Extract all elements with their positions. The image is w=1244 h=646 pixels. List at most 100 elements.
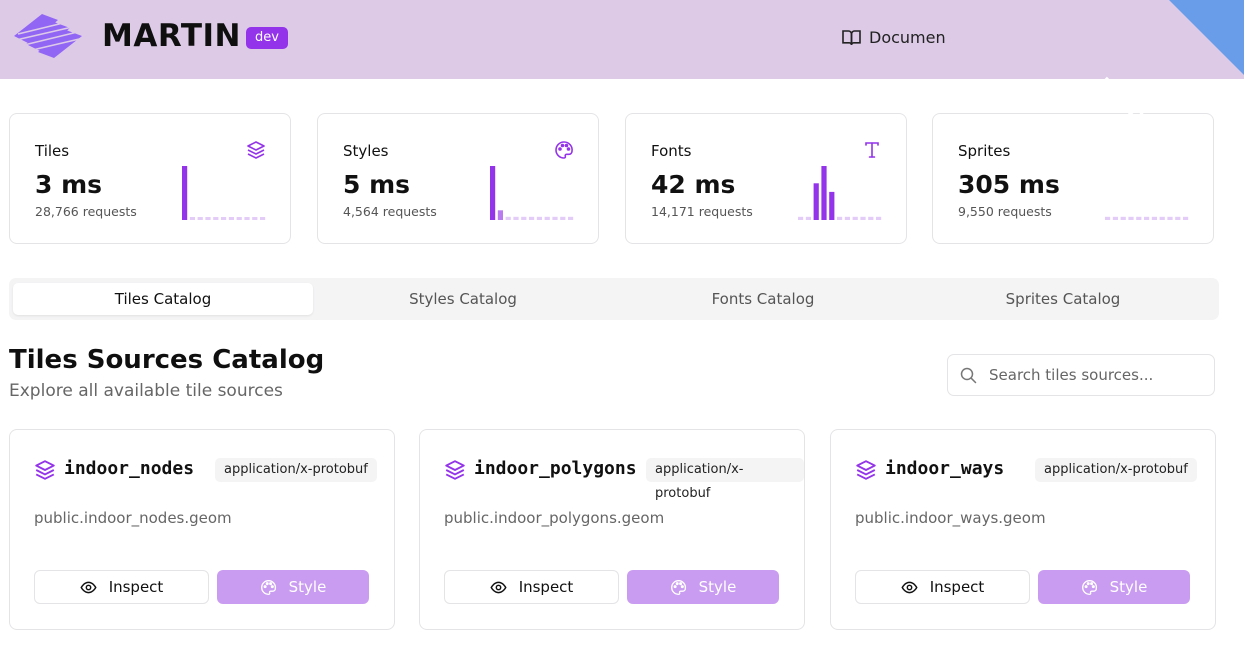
stat-requests: 9,550 requests	[958, 204, 1052, 219]
page-title: Tiles Sources Catalog	[9, 345, 325, 375]
histogram-bar	[860, 216, 866, 220]
layers-icon	[856, 460, 876, 480]
stat-value: 5 ms	[343, 170, 411, 199]
histogram-bar	[182, 166, 188, 220]
stat-requests: 14,171 requests	[651, 204, 753, 219]
inspect-button[interactable]: Inspect	[34, 570, 209, 604]
inspect-label: Inspect	[108, 578, 164, 596]
style-button[interactable]: Style	[627, 570, 779, 604]
source-path: public.indoor_polygons.geom	[444, 509, 665, 527]
latency-histogram	[798, 166, 882, 220]
histogram-bar	[513, 216, 519, 220]
inspect-button[interactable]: Inspect	[855, 570, 1030, 604]
tab-tiles-catalog[interactable]: Tiles Catalog	[13, 283, 313, 315]
histogram-bar	[497, 210, 503, 220]
histogram-bar	[1159, 216, 1165, 220]
histogram-bar	[244, 217, 250, 220]
stat-card-fonts[interactable]: Fonts 42 ms 14,171 requests	[625, 113, 907, 244]
histogram-bar	[868, 216, 874, 220]
stat-value: 3 ms	[35, 170, 103, 199]
stat-label: Tiles	[35, 142, 70, 160]
histogram-bar	[568, 216, 574, 220]
palette-icon	[670, 579, 686, 595]
layers-icon	[35, 460, 55, 480]
histogram-bar	[844, 216, 850, 220]
histogram-bar	[837, 216, 843, 220]
tab-sprites-catalog[interactable]: Sprites Catalog	[913, 283, 1213, 315]
source-card: indoor_nodes application/x-protobuf publ…	[9, 429, 395, 630]
histogram-bar	[197, 217, 203, 220]
stat-value: 305 ms	[958, 170, 1060, 199]
histogram-bar	[1144, 216, 1150, 220]
histogram-bar	[876, 216, 882, 220]
histogram-bar	[205, 217, 211, 220]
histogram-bar	[1167, 216, 1173, 220]
stat-requests: 4,564 requests	[343, 204, 437, 219]
stat-card-styles[interactable]: Styles 5 ms 4,564 requests	[317, 113, 599, 244]
histogram-bar	[560, 216, 566, 220]
palette-icon	[555, 141, 573, 159]
latency-histogram	[490, 166, 574, 220]
content-type-badge: application/x-protobuf	[215, 458, 377, 482]
stat-label: Styles	[343, 142, 389, 160]
eye-icon	[490, 581, 507, 593]
histogram-bar	[252, 217, 258, 220]
eye-icon	[80, 581, 97, 593]
palette-icon	[1081, 579, 1097, 595]
histogram-bar	[1105, 216, 1111, 220]
style-label: Style	[698, 578, 737, 596]
histogram-bar	[505, 216, 511, 220]
content-type-badge: application/x-protobuf	[646, 458, 804, 501]
type-icon	[865, 142, 879, 158]
documentation-link[interactable]: Documen	[842, 28, 946, 47]
env-badge: dev	[246, 27, 288, 49]
source-name: indoor_ways	[885, 458, 1005, 479]
book-icon	[842, 30, 861, 46]
histogram-bar	[189, 217, 195, 220]
histogram-bar	[236, 217, 242, 220]
martin-logo[interactable]	[12, 6, 96, 58]
histogram-bar	[821, 166, 827, 220]
histogram-bar	[805, 216, 811, 220]
style-label: Style	[1109, 578, 1148, 596]
histogram-bar	[490, 166, 496, 220]
histogram-bar	[1128, 216, 1134, 220]
layers-icon	[247, 141, 265, 159]
brand-title: MARTIN	[102, 18, 241, 54]
search-icon	[960, 367, 977, 384]
palette-icon	[260, 579, 276, 595]
tab-styles-catalog[interactable]: Styles Catalog	[313, 283, 613, 315]
stat-label: Sprites	[958, 142, 1011, 160]
tab-fonts-catalog[interactable]: Fonts Catalog	[613, 283, 913, 315]
style-label: Style	[288, 578, 327, 596]
inspect-label: Inspect	[518, 578, 574, 596]
documentation-label: Documen	[869, 28, 946, 47]
style-button[interactable]: Style	[217, 570, 369, 604]
catalog-tabs: Tiles Catalog Styles Catalog Fonts Catal…	[9, 278, 1219, 320]
stat-card-tiles[interactable]: Tiles 3 ms 28,766 requests	[9, 113, 291, 244]
histogram-bar	[1151, 216, 1157, 220]
histogram-bar	[1136, 216, 1142, 220]
histogram-bar	[552, 216, 558, 220]
style-button[interactable]: Style	[1038, 570, 1190, 604]
layers-icon	[445, 460, 465, 480]
stat-value: 42 ms	[651, 170, 736, 199]
inspect-label: Inspect	[929, 578, 985, 596]
histogram-bar	[221, 217, 227, 220]
source-path: public.indoor_ways.geom	[855, 509, 1046, 527]
search-placeholder: Search tiles sources...	[989, 366, 1154, 384]
histogram-bar	[260, 217, 266, 220]
app-header: MARTIN dev Documen	[0, 0, 1244, 79]
stat-requests: 28,766 requests	[35, 204, 137, 219]
histogram-bar	[1175, 216, 1181, 220]
inspect-button[interactable]: Inspect	[444, 570, 619, 604]
histogram-bar	[1112, 216, 1118, 220]
source-card: indoor_ways application/x-protobuf publi…	[830, 429, 1216, 630]
histogram-bar	[1183, 216, 1189, 220]
histogram-bar	[1120, 216, 1126, 220]
histogram-bar	[536, 216, 542, 220]
histogram-bar	[813, 183, 819, 220]
source-name: indoor_polygons	[474, 458, 637, 479]
search-input[interactable]: Search tiles sources...	[947, 354, 1215, 396]
histogram-bar	[529, 216, 535, 220]
